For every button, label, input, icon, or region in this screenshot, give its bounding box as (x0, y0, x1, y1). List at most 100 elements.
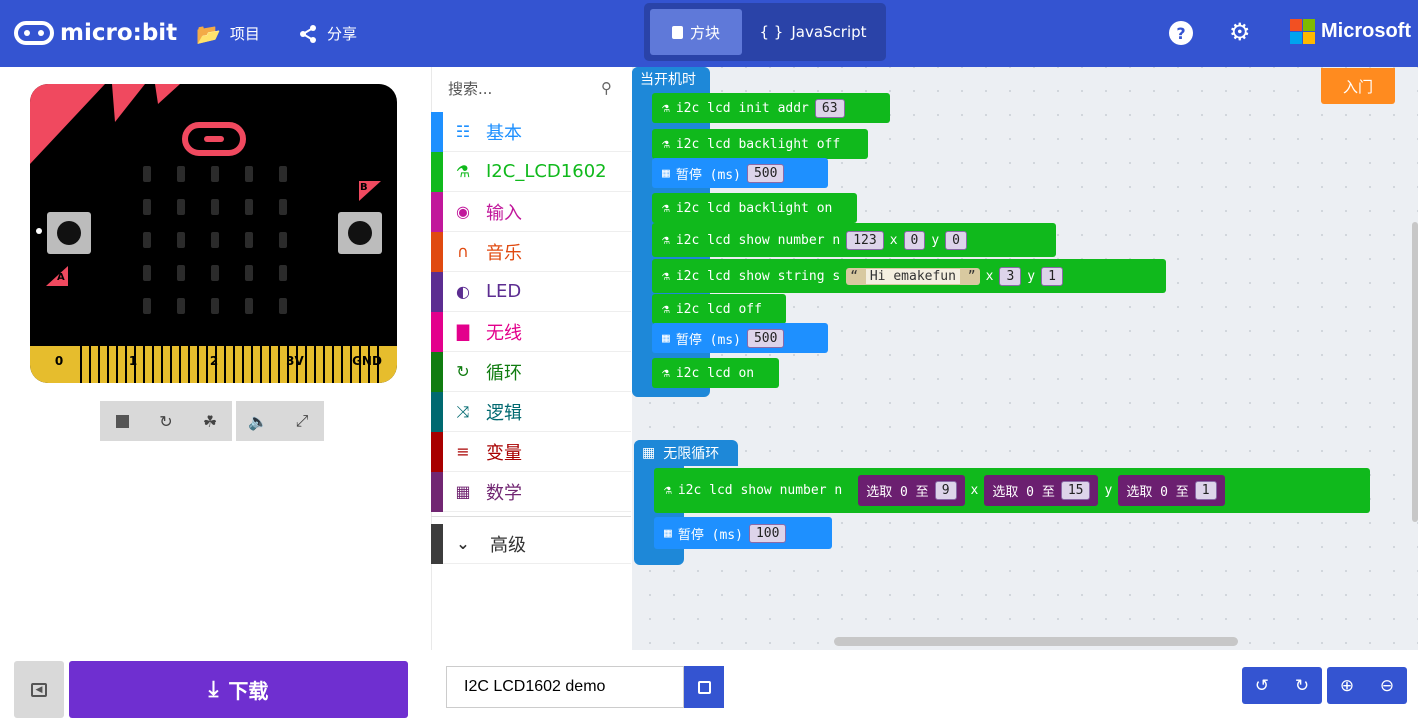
projects-button[interactable]: 📂 项目 (196, 0, 260, 67)
stop-icon[interactable] (100, 401, 144, 441)
flask-icon: ⚗ (662, 200, 670, 216)
tab-javascript[interactable]: { } JavaScript (748, 9, 878, 55)
block-show-number-random[interactable]: ⚗ i2c lcd show number n 选取 0 至 9 x 选取 0 至… (654, 468, 1370, 513)
restart-icon[interactable]: ↻ (144, 401, 188, 441)
connector-stripe (80, 346, 82, 383)
grid-icon: ☷ (455, 122, 471, 141)
projects-label: 项目 (229, 25, 260, 43)
block-text: i2c lcd off (675, 301, 762, 317)
block-1[interactable]: ⚗ i2c lcd backlight off (652, 129, 868, 159)
signal-icon: ▇ (456, 322, 470, 341)
collapse-simulator-button[interactable]: ◀ (14, 661, 64, 718)
microbit-simulator[interactable]: A B 0 1 2 3V GND (30, 84, 397, 383)
calculator-icon: ▦ (455, 482, 471, 501)
microsoft-logo[interactable]: Microsoft (1290, 19, 1411, 44)
share-button[interactable]: 分享 (298, 0, 357, 67)
block-3[interactable]: ⚗ i2c lcd backlight on (652, 193, 857, 223)
slowmo-icon[interactable]: ☘ (188, 401, 232, 441)
fullscreen-icon[interactable]: ⤢ (280, 401, 324, 441)
get-started-button[interactable]: 入门 (1321, 68, 1395, 104)
help-icon[interactable]: ? (1169, 21, 1193, 45)
category-advanced[interactable]: ⌄ 高级 (431, 524, 631, 564)
block-7[interactable]: ▦ 暂停 (ms) 500 (652, 323, 828, 353)
logo-touch-icon[interactable] (182, 122, 246, 156)
number-input[interactable]: 500 (746, 328, 785, 348)
save-button[interactable] (684, 666, 724, 708)
mute-icon[interactable]: 🔈 (236, 401, 280, 441)
block-4[interactable]: ⚗ i2c lcd show number n 123 x 0 y 0 (652, 223, 1056, 257)
random-label: 选取 0 至 (992, 485, 1055, 500)
y-label: y (1104, 483, 1113, 498)
connector-stripe (161, 346, 163, 383)
horizontal-scrollbar[interactable] (834, 637, 1238, 646)
number-input[interactable]: 123 (846, 230, 884, 250)
connector-stripe (98, 346, 100, 383)
led (143, 232, 151, 248)
pin-label: 3V (286, 354, 304, 368)
shuffle-icon: ⤨ (456, 401, 470, 421)
logo-text: micro:bit (60, 20, 178, 46)
zoom-out-icon[interactable]: ⊖ (1367, 667, 1407, 704)
led (143, 199, 151, 215)
number-input[interactable]: 1 (1041, 266, 1063, 286)
zoom-in-icon[interactable]: ⊕ (1327, 667, 1367, 704)
string-input[interactable]: “ Hi emakefun ” (846, 267, 980, 285)
category-4[interactable]: ◐ LED (431, 272, 631, 312)
puzzle-icon (671, 25, 683, 39)
led (211, 199, 219, 215)
random-block[interactable]: 选取 0 至 1 (1118, 475, 1225, 506)
category-8[interactable]: ≡ 变量 (431, 432, 631, 472)
category-label: 高级 (490, 534, 526, 556)
category-6[interactable]: ↻ 循环 (431, 352, 631, 392)
windows-icon (1290, 19, 1315, 44)
number-input[interactable]: 0 (945, 230, 967, 250)
led (211, 232, 219, 248)
category-5[interactable]: ▇ 无线 (431, 312, 631, 352)
number-input[interactable]: 500 (746, 163, 785, 183)
tab-blocks[interactable]: 方块 (650, 9, 742, 55)
number-input[interactable]: 15 (1060, 481, 1091, 500)
category-3[interactable]: ∩ 音乐 (431, 232, 631, 272)
microbit-logo[interactable]: micro:bit (14, 14, 177, 52)
block-0[interactable]: ⚗ i2c lcd init addr 63 (652, 93, 890, 123)
block-2[interactable]: ▦ 暂停 (ms) 500 (652, 158, 828, 188)
number-input[interactable]: 63 (814, 98, 845, 118)
block-pause[interactable]: ▦ 暂停 (ms) 100 (654, 517, 832, 549)
number-input[interactable]: 0 (903, 230, 926, 250)
share-label: 分享 (327, 25, 358, 43)
category-2[interactable]: ◉ 输入 (431, 192, 631, 232)
random-block[interactable]: 选取 0 至 15 (984, 475, 1099, 506)
category-9[interactable]: ▦ 数学 (431, 472, 631, 512)
number-input[interactable]: 100 (748, 523, 787, 543)
project-name-input[interactable] (446, 666, 684, 708)
led (177, 166, 185, 182)
category-7[interactable]: ⤨ 逻辑 (431, 392, 631, 432)
download-button[interactable]: ⤓ 下载 (69, 661, 408, 718)
block-6[interactable]: ⚗ i2c lcd off (652, 294, 786, 324)
search-input[interactable]: 搜索... (448, 78, 492, 99)
flask-icon: ⚗ (662, 301, 670, 317)
undo-icon[interactable]: ↺ (1242, 667, 1282, 704)
category-1[interactable]: ⚗ I2C_LCD1602 (431, 152, 631, 192)
category-color-bar (431, 392, 443, 432)
vertical-scrollbar[interactable] (1412, 222, 1418, 522)
button-b[interactable] (338, 212, 382, 254)
block-8[interactable]: ⚗ i2c lcd on (652, 358, 779, 388)
block-5[interactable]: ⚗ i2c lcd show string s “ Hi emakefun ” x 3 y… (652, 259, 1166, 293)
search-icon[interactable]: ⚲ (601, 79, 612, 97)
gear-icon[interactable]: ⚙ (1229, 18, 1251, 46)
arg-label: x (985, 268, 994, 284)
connector-stripe (242, 346, 244, 383)
connector-stripe (170, 346, 172, 383)
target-icon: ◉ (456, 202, 470, 221)
category-0[interactable]: ☷ 基本 (431, 112, 631, 152)
number-input[interactable]: 9 (934, 481, 957, 500)
button-a[interactable] (47, 212, 91, 254)
number-input[interactable]: 3 (999, 266, 1022, 286)
connector-stripe (341, 346, 343, 383)
category-label: 逻辑 (486, 402, 522, 424)
random-block[interactable]: 选取 0 至 9 (858, 475, 965, 506)
redo-icon[interactable]: ↻ (1282, 667, 1322, 704)
led (245, 232, 253, 248)
number-input[interactable]: 1 (1194, 481, 1217, 500)
